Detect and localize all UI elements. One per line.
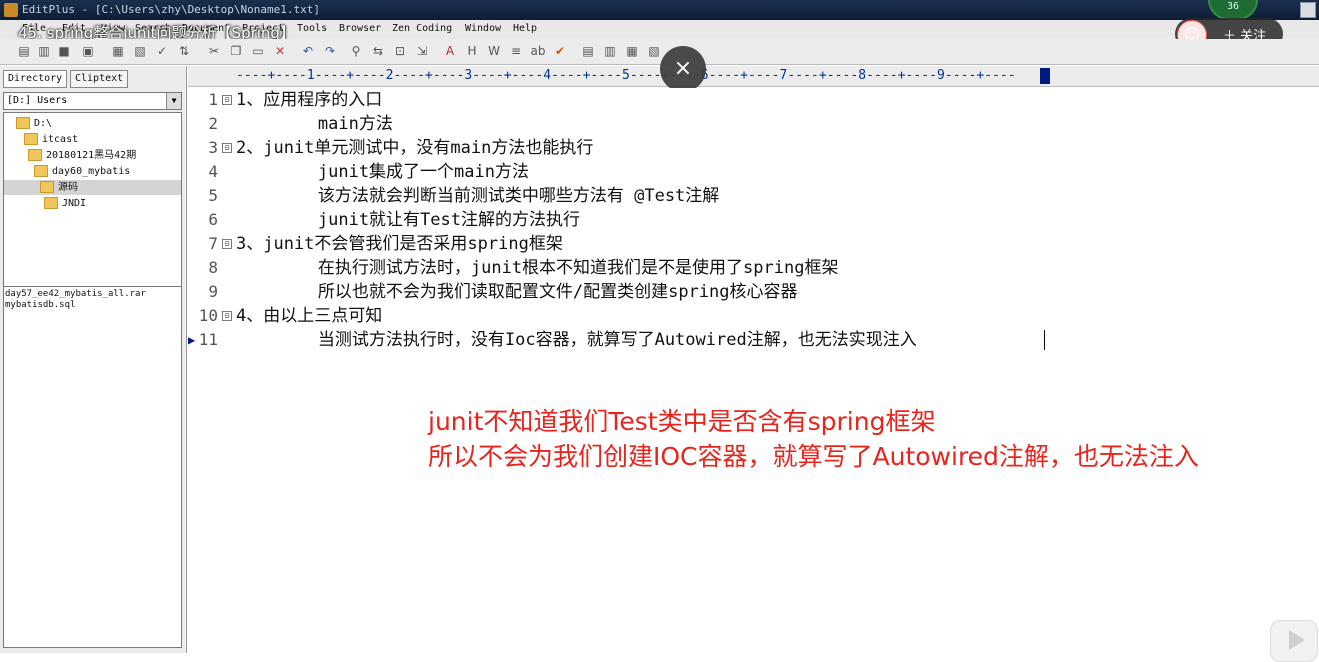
open-file-icon[interactable]: ▥ xyxy=(36,43,52,59)
ruler-text: ----+----1----+----2----+----3----+----4… xyxy=(236,68,1016,83)
tree-item[interactable]: D:\ xyxy=(16,116,52,131)
folder-open-icon xyxy=(40,181,54,193)
folder-icon xyxy=(24,133,38,145)
video-badge: 36 xyxy=(1208,0,1258,20)
tree-item[interactable]: 20180121黑马42期 xyxy=(28,148,136,163)
cut-icon[interactable]: ✂ xyxy=(206,43,222,59)
column-ruler: ----+----1----+----2----+----3----+----4… xyxy=(188,66,1319,87)
folder-icon xyxy=(34,165,48,177)
find-icon[interactable]: ⚲ xyxy=(348,43,364,59)
hex-icon[interactable]: H xyxy=(464,43,480,59)
drive-select[interactable]: [D:] Users ▼ xyxy=(3,92,182,110)
tree-item[interactable]: day60_mybatis xyxy=(34,164,130,179)
tree-item[interactable]: itcast xyxy=(24,132,78,147)
menu-help[interactable]: Help xyxy=(513,23,537,34)
chevron-down-icon[interactable]: ▼ xyxy=(166,93,181,109)
fold-icon[interactable]: ⊟ xyxy=(222,311,232,321)
tree-item[interactable]: JNDI xyxy=(44,196,86,211)
text-caret xyxy=(1044,330,1045,350)
paste-icon[interactable]: ▭ xyxy=(250,43,266,59)
goto-icon[interactable]: ⇲ xyxy=(414,43,430,59)
text-editor[interactable]: 1 ⊟ 1、应用程序的入口 2 main方法 3 ⊟ 2、junit单元测试中，没有ma… xyxy=(188,88,1319,653)
layout-2-icon[interactable]: ▥ xyxy=(602,43,618,59)
menu-window[interactable]: Window xyxy=(465,23,501,34)
font-icon[interactable]: A xyxy=(442,43,458,59)
check-icon[interactable]: ✔ xyxy=(552,43,568,59)
editplus-app-icon xyxy=(4,3,18,17)
print-preview-icon[interactable]: ▦ xyxy=(110,43,126,59)
folder-icon xyxy=(44,197,58,209)
window-close-icon[interactable] xyxy=(1300,2,1316,18)
tab-cliptext[interactable]: Cliptext xyxy=(70,70,129,88)
ftp-icon[interactable]: ⇅ xyxy=(176,43,192,59)
ruler-cursor-marker xyxy=(1040,68,1050,84)
play-icon[interactable] xyxy=(1270,620,1318,662)
delete-icon[interactable]: ✕ xyxy=(272,43,288,59)
annotation-line-2: 所以不会为我们创建IOC容器，就算写了Autowired注解，也无法注入 xyxy=(428,442,1199,471)
indent-icon[interactable]: ≡ xyxy=(508,43,524,59)
new-file-icon[interactable]: ▤ xyxy=(16,43,32,59)
sidebar: Directory Cliptext [D:] Users ▼ D:\ itca… xyxy=(0,66,187,653)
save-all-icon[interactable]: ▣ xyxy=(80,43,96,59)
overlay-close-button[interactable]: × xyxy=(660,46,706,92)
copy-icon[interactable]: ❐ xyxy=(228,43,244,59)
save-icon[interactable]: ■ xyxy=(56,43,72,59)
fold-icon[interactable]: ⊟ xyxy=(222,239,232,249)
toolbar: ▤ ▥ ■ ▣ ▦ ▧ ✓ ⇅ ✂ ❐ ▭ ✕ ↶ ↷ ⚲ ⇆ ⊡ ⇲ A H … xyxy=(0,39,1319,65)
replace-icon[interactable]: ⇆ xyxy=(370,43,386,59)
file-item[interactable]: mybatisdb.sql xyxy=(5,300,75,311)
redo-icon[interactable]: ↷ xyxy=(322,43,338,59)
menu-tools[interactable]: Tools xyxy=(297,23,327,34)
file-list: day57_ee42_mybatis_all.rar mybatisdb.sql xyxy=(3,286,182,648)
word-wrap-icon[interactable]: W xyxy=(486,43,502,59)
folder-icon xyxy=(28,149,42,161)
find-in-files-icon[interactable]: ⊡ xyxy=(392,43,408,59)
menu-browser[interactable]: Browser xyxy=(339,23,381,34)
undo-icon[interactable]: ↶ xyxy=(300,43,316,59)
fold-icon[interactable]: ⊟ xyxy=(222,143,232,153)
abc-icon[interactable]: ab xyxy=(530,43,546,59)
layout-4-icon[interactable]: ▧ xyxy=(646,43,662,59)
layout-1-icon[interactable]: ▤ xyxy=(580,43,596,59)
drive-value: [D:] Users xyxy=(7,95,68,106)
file-item[interactable]: day57_ee42_mybatis_all.rar xyxy=(5,289,146,300)
layout-3-icon[interactable]: ▦ xyxy=(624,43,640,59)
menu-zen-coding[interactable]: Zen Coding xyxy=(392,23,452,34)
annotation-line-1: junit不知道我们Test类中是否含有spring框架 xyxy=(428,407,936,436)
folder-icon xyxy=(16,117,30,129)
tab-directory[interactable]: Directory xyxy=(3,70,68,88)
fold-icon[interactable]: ⊟ xyxy=(222,95,232,105)
tree-item-selected[interactable]: 源码 xyxy=(4,180,181,195)
spell-check-icon[interactable]: ✓ xyxy=(154,43,170,59)
window-title: EditPlus - [C:\Users\zhy\Desktop\Noname1… xyxy=(22,3,321,16)
print-icon[interactable]: ▧ xyxy=(132,43,148,59)
window-title-bar: EditPlus - [C:\Users\zhy\Desktop\Noname1… xyxy=(0,0,1319,20)
